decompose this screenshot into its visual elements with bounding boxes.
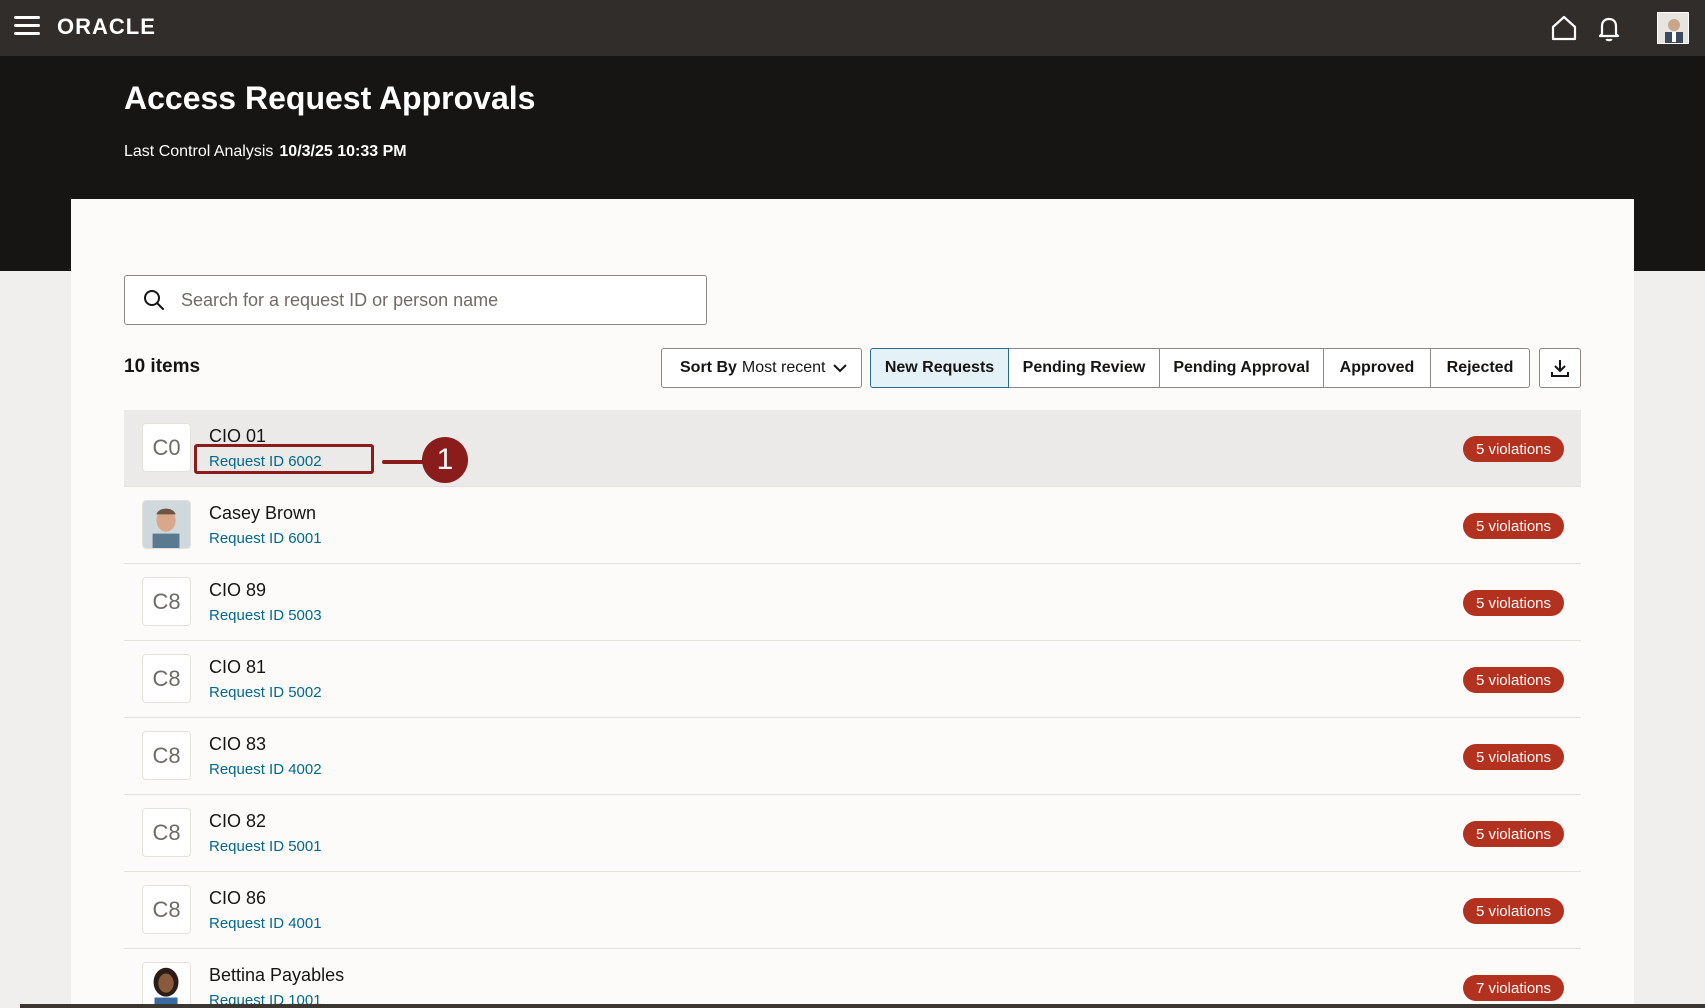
requester-name: Bettina Payables: [209, 965, 345, 985]
request-row[interactable]: C8 CIO 82 Request ID 5001 5 violations: [124, 795, 1581, 872]
download-button[interactable]: [1539, 348, 1581, 388]
filter-pending-approval[interactable]: Pending Approval: [1160, 348, 1324, 388]
request-id-link[interactable]: Request ID 5002: [209, 684, 322, 701]
search-field[interactable]: [124, 275, 707, 325]
request-row[interactable]: C8 CIO 89 Request ID 5003 5 violations: [124, 564, 1581, 641]
search-icon: [144, 290, 164, 310]
home-icon[interactable]: [1548, 12, 1580, 44]
violations-badge: 5 violations: [1462, 898, 1564, 924]
request-id-link[interactable]: Request ID 5003: [209, 607, 322, 624]
last-control-analysis: Last Control Analysis 10/3/25 10:33 PM: [124, 143, 407, 161]
chevron-down-icon: [833, 364, 847, 373]
requester-name: CIO 89: [209, 580, 267, 600]
requester-name: CIO 86: [209, 888, 267, 908]
request-id-link[interactable]: Request ID 4002: [209, 761, 322, 778]
page-title: Access Request Approvals: [124, 80, 536, 116]
request-row[interactable]: Bettina Payables Request ID 1001 7 viola…: [124, 949, 1581, 1008]
violations-badge: 5 violations: [1462, 744, 1564, 770]
sort-value: Most recent: [741, 359, 826, 376]
violations-badge: 5 violations: [1462, 590, 1564, 616]
sort-label: Sort By: [680, 359, 737, 376]
violations-badge: 5 violations: [1462, 821, 1564, 847]
status-filter-group: New Requests Pending Review Pending Appr…: [870, 348, 1530, 388]
request-list: C0 CIO 01 Request ID 6002 5 violations C…: [124, 410, 1581, 1008]
requester-name: Casey Brown: [209, 503, 317, 523]
top-bar: ORACLE: [0, 0, 1705, 56]
analysis-label: Last Control Analysis: [124, 143, 274, 160]
request-row[interactable]: C8 CIO 81 Request ID 5002 5 violations: [124, 641, 1581, 718]
oracle-logo: ORACLE: [57, 14, 156, 39]
avatar-initials: C8: [142, 885, 191, 934]
avatar-initials: C8: [142, 577, 191, 626]
filter-rejected[interactable]: Rejected: [1431, 348, 1530, 388]
bell-icon[interactable]: [1593, 12, 1625, 44]
request-row[interactable]: C8 CIO 83 Request ID 4002 5 violations: [124, 718, 1581, 795]
download-icon: [1551, 360, 1569, 377]
violations-badge: 5 violations: [1462, 667, 1564, 693]
request-id-link[interactable]: Request ID 6001: [209, 530, 322, 547]
request-id-link[interactable]: Request ID 5001: [209, 838, 322, 855]
user-avatar[interactable]: [1657, 12, 1689, 44]
filter-approved[interactable]: Approved: [1324, 348, 1431, 388]
bottom-divider: [20, 1004, 1705, 1008]
requester-name: CIO 83: [209, 734, 267, 754]
requester-name: CIO 81: [209, 657, 267, 677]
avatar-initials: C0: [142, 423, 191, 472]
violations-badge: 5 violations: [1462, 513, 1564, 539]
avatar-initials: C8: [142, 731, 191, 780]
search-input[interactable]: [181, 289, 681, 311]
avatar-photo: [142, 500, 191, 549]
annotation-highlight-box: [194, 444, 374, 474]
analysis-value: 10/3/25 10:33 PM: [279, 143, 407, 160]
requester-name: CIO 82: [209, 811, 267, 831]
violations-badge: 7 violations: [1462, 975, 1564, 1001]
avatar-initials: C8: [142, 654, 191, 703]
annotation-step-number: 1: [422, 437, 468, 483]
filter-pending-review[interactable]: Pending Review: [1009, 348, 1160, 388]
filter-new-requests[interactable]: New Requests: [870, 348, 1009, 388]
request-row[interactable]: C8 CIO 86 Request ID 4001 5 violations: [124, 872, 1581, 949]
avatar-initials: C8: [142, 808, 191, 857]
items-count: 10 items: [124, 356, 201, 377]
avatar-photo: [142, 962, 191, 1008]
request-id-link[interactable]: Request ID 4001: [209, 915, 322, 932]
sort-dropdown[interactable]: Sort By Most recent: [661, 348, 862, 388]
request-row[interactable]: Casey Brown Request ID 6001 5 violations: [124, 487, 1581, 564]
hamburger-menu-icon[interactable]: [14, 16, 40, 40]
violations-badge: 5 violations: [1462, 436, 1564, 462]
